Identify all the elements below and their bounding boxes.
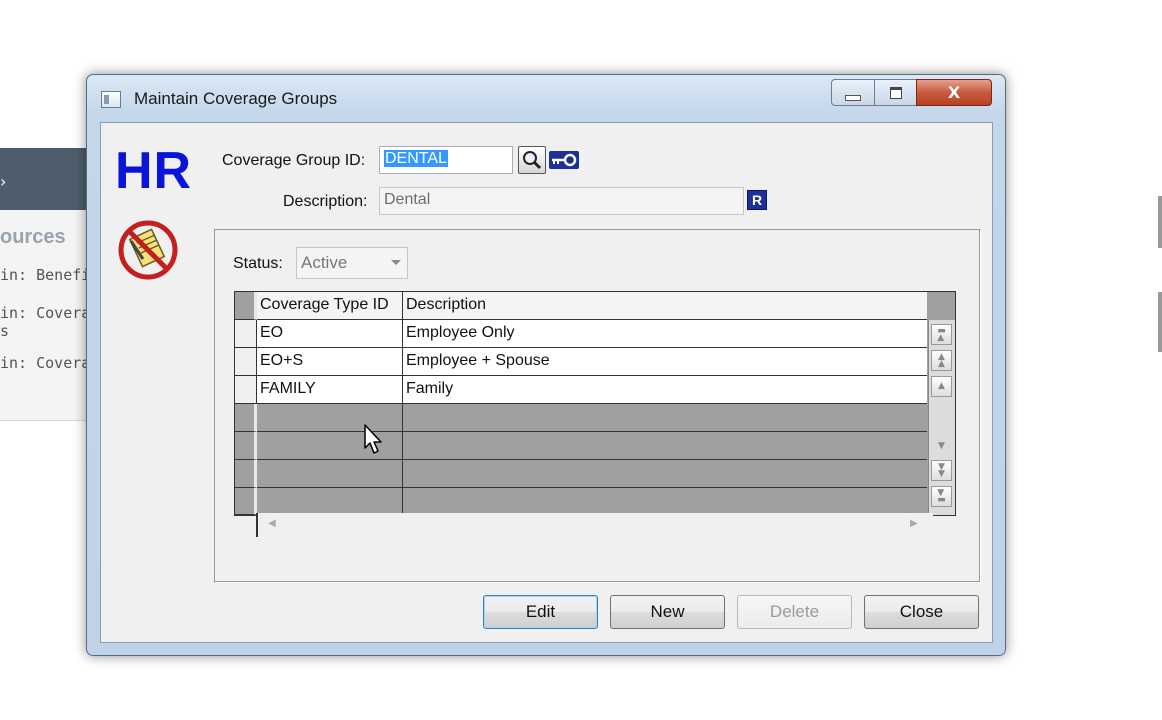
- row-selector[interactable]: [235, 404, 257, 432]
- background-link[interactable]: in: Covera: [0, 304, 90, 322]
- background-section-title: ources: [0, 226, 66, 248]
- table-row[interactable]: EO Employee Only: [235, 320, 927, 348]
- background-arrow-icon: ›: [0, 172, 7, 191]
- row-selector[interactable]: [235, 376, 257, 404]
- primary-key-icon: [549, 151, 579, 169]
- scroll-to-bottom-icon[interactable]: ▼ ▬: [931, 486, 952, 507]
- row-selector[interactable]: [235, 432, 257, 460]
- background-edge: [1158, 292, 1162, 352]
- empty-cell[interactable]: [257, 488, 403, 515]
- dialog-client-area: HR Coverage Group ID: DENTAL Description…: [100, 122, 993, 643]
- grid-corner: [235, 292, 257, 320]
- coverage-group-id-value: DENTAL: [384, 150, 448, 167]
- empty-cell[interactable]: [403, 488, 927, 515]
- scroll-page-up-icon[interactable]: ▲ ▲: [931, 350, 952, 371]
- coverage-types-grid[interactable]: Coverage Type ID Description EO Employee…: [234, 291, 956, 516]
- window-app-icon[interactable]: [101, 91, 121, 108]
- grid-vertical-scrollbar[interactable]: ▬ ▲ ▲ ▲ ▲ ▼ ▼ ▼ ▼ ▬: [928, 320, 955, 515]
- scroll-page-down-icon[interactable]: ▼ ▼: [931, 460, 952, 481]
- maintain-coverage-groups-window: Maintain Coverage Groups X HR Coverage G…: [86, 74, 1006, 656]
- row-selector[interactable]: [235, 348, 257, 376]
- coverage-type-id-cell[interactable]: FAMILY: [257, 376, 403, 404]
- empty-cell[interactable]: [403, 432, 927, 460]
- mouse-cursor-icon: [364, 424, 382, 454]
- row-selector[interactable]: [235, 460, 257, 488]
- magnifier-icon: [523, 151, 542, 170]
- table-row[interactable]: FAMILY Family: [235, 376, 927, 404]
- no-edit-notepad-icon: [118, 220, 178, 280]
- delete-button[interactable]: Delete: [737, 595, 852, 629]
- status-dropdown[interactable]: Active: [296, 247, 408, 279]
- window-title: Maintain Coverage Groups: [134, 89, 338, 108]
- scroll-right-icon[interactable]: ▶: [910, 518, 918, 529]
- description-label: Description:: [283, 193, 368, 210]
- status-dropdown-value: Active: [301, 253, 348, 272]
- lookup-search-button[interactable]: [518, 146, 546, 174]
- scroll-left-icon[interactable]: ◀: [268, 518, 276, 529]
- scroll-up-icon[interactable]: ▲: [931, 376, 952, 397]
- scroll-to-top-icon[interactable]: ▬ ▲: [931, 324, 952, 345]
- row-selector[interactable]: [235, 488, 257, 515]
- empty-cell[interactable]: [403, 404, 927, 432]
- edit-button[interactable]: Edit: [483, 595, 598, 629]
- background-edge: [1158, 196, 1162, 248]
- background-link-wrap: s: [0, 322, 10, 340]
- grid-horizontal-scrollbar[interactable]: ◀ ▶: [256, 513, 933, 537]
- hr-logo: HR: [115, 142, 193, 200]
- empty-table-row[interactable]: [235, 460, 927, 488]
- title-bar[interactable]: Maintain Coverage Groups X: [87, 75, 1005, 121]
- coverage-group-id-label: Coverage Group ID:: [222, 152, 366, 169]
- empty-cell[interactable]: [403, 460, 927, 488]
- description-input[interactable]: Dental: [379, 187, 744, 215]
- background-link[interactable]: in: Covera: [0, 354, 90, 372]
- empty-cell[interactable]: [257, 460, 403, 488]
- required-field-icon: R: [747, 190, 767, 210]
- column-header-description[interactable]: Description: [403, 292, 927, 320]
- empty-table-row[interactable]: [235, 432, 927, 460]
- description-cell[interactable]: Employee + Spouse: [403, 348, 927, 376]
- maximize-button[interactable]: [874, 79, 917, 106]
- row-selector[interactable]: [235, 320, 257, 348]
- grid-header-row: Coverage Type ID Description: [235, 292, 927, 320]
- coverage-group-id-input[interactable]: DENTAL: [379, 146, 513, 174]
- empty-table-row[interactable]: [235, 488, 927, 515]
- empty-table-row[interactable]: [235, 404, 927, 432]
- coverage-type-id-cell[interactable]: EO+S: [257, 348, 403, 376]
- description-cell[interactable]: Family: [403, 376, 927, 404]
- background-header: [0, 148, 90, 210]
- scroll-down-icon[interactable]: ▼: [931, 436, 952, 457]
- coverage-type-id-cell[interactable]: EO: [257, 320, 403, 348]
- table-row[interactable]: EO+S Employee + Spouse: [235, 348, 927, 376]
- close-button[interactable]: Close: [864, 595, 979, 629]
- minimize-button[interactable]: [831, 79, 875, 106]
- chevron-down-icon: [391, 260, 401, 265]
- new-button[interactable]: New: [610, 595, 725, 629]
- column-header-coverage-type-id[interactable]: Coverage Type ID: [257, 292, 403, 320]
- background-link[interactable]: in: Benefi: [0, 266, 90, 284]
- status-label: Status:: [233, 255, 283, 272]
- close-window-button[interactable]: X: [916, 79, 992, 106]
- description-cell[interactable]: Employee Only: [403, 320, 927, 348]
